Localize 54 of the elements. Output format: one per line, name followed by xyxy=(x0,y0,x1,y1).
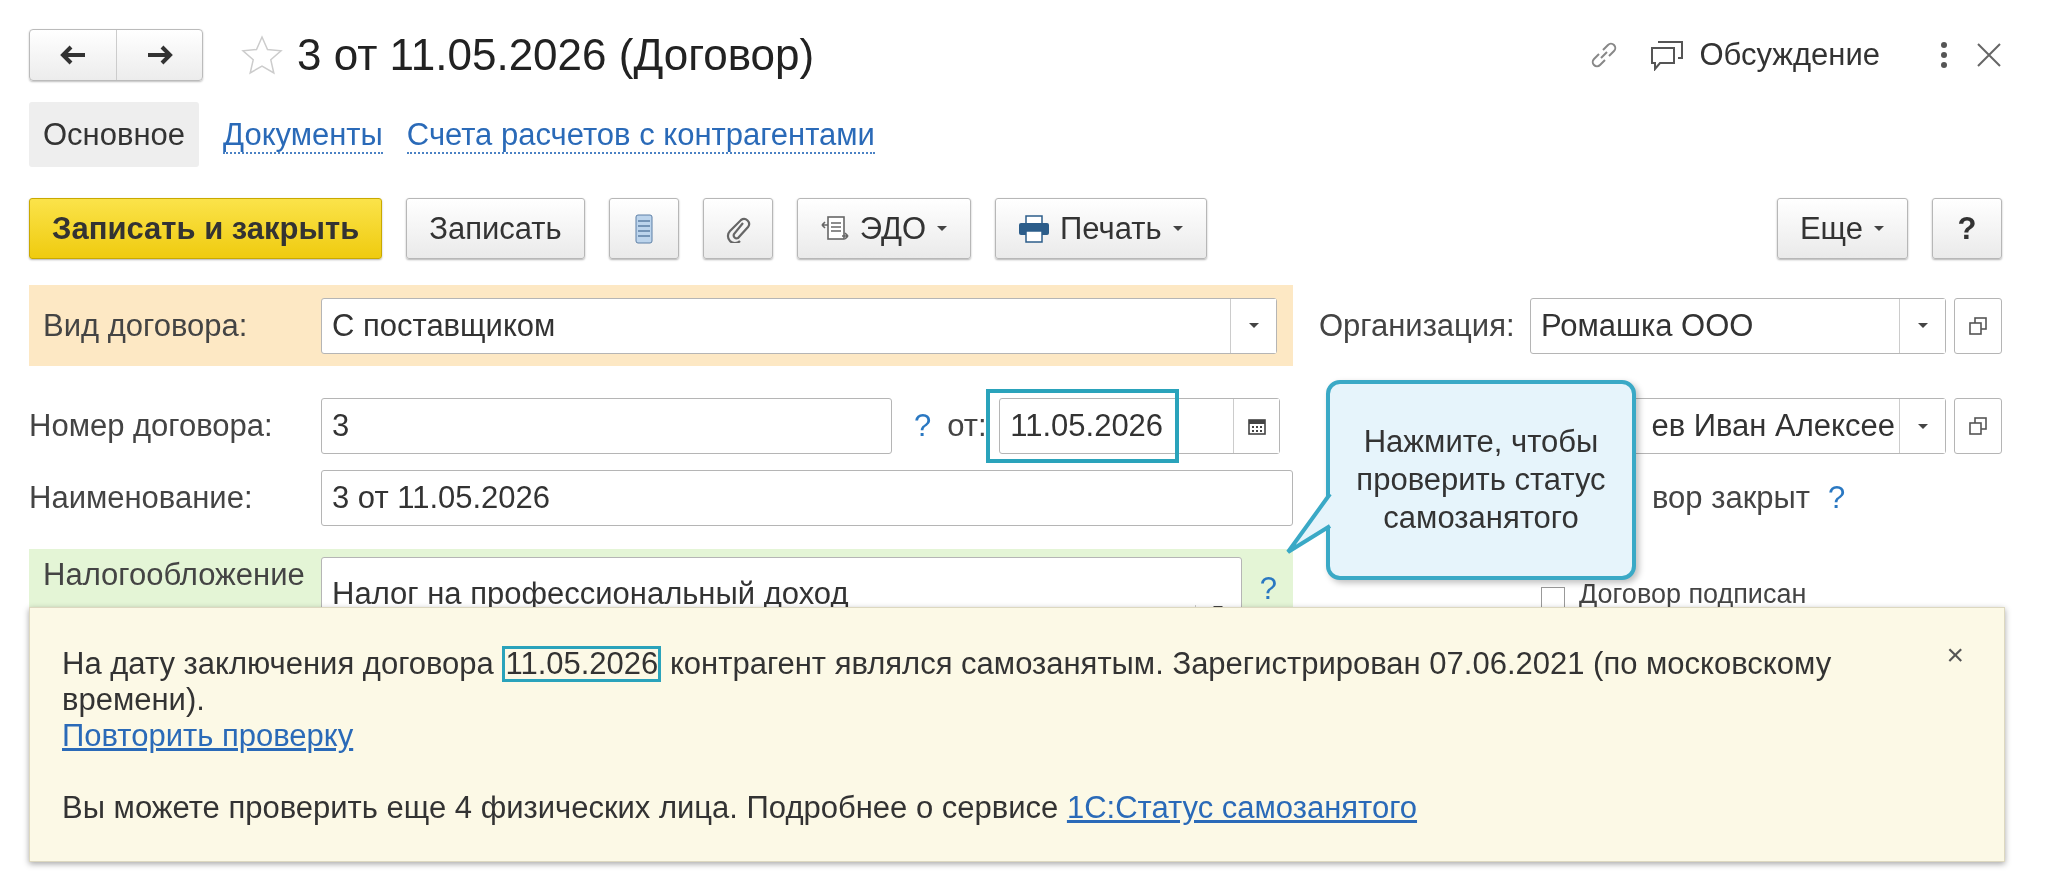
dropdown-icon xyxy=(1247,322,1260,329)
calendar-icon xyxy=(1247,417,1266,435)
menu-button[interactable]: ЭДО xyxy=(796,198,972,259)
field-label: Вид договора: xyxy=(43,307,249,344)
date-field[interactable]: 11.05.2026 xyxy=(999,398,1281,454)
menu-button[interactable]: Еще xyxy=(1776,198,1908,259)
open-icon xyxy=(1969,316,1987,335)
dropdown-icon xyxy=(936,225,949,232)
notice-text: Вы можете проверить еще 4 физических лица. Подробнее о сервисе 1С:Статус самозанятого xyxy=(62,790,1419,826)
dropdown-icon xyxy=(1171,225,1184,232)
contract-type-field[interactable]: С поставщиком xyxy=(321,297,1277,354)
tab[interactable]: Документы xyxy=(223,102,383,167)
open-icon xyxy=(1969,417,1987,435)
save-close-button[interactable]: Записать и закрыть xyxy=(29,198,383,259)
help-icon[interactable]: ? xyxy=(1827,480,1846,516)
callout-tooltip: Нажмите, чтобы проверить статус самозанятого xyxy=(1326,380,1636,580)
organization-field[interactable]: Ромашка ООО xyxy=(1530,297,1946,354)
open-button[interactable] xyxy=(1954,398,2002,454)
field-label: Налогообложение xyxy=(43,557,306,593)
field-label: от: xyxy=(947,408,988,444)
toolbar-button[interactable] xyxy=(608,198,679,259)
help-icon[interactable]: ? xyxy=(914,408,932,444)
chat-bubbles-icon xyxy=(1649,39,1686,71)
list-icon xyxy=(634,213,653,244)
field-label: Наименование: xyxy=(29,480,254,516)
notice-text: На дату заключения договора 11.05.2026 контрагент являлся самозанятым. Зарегистрирован 07.06.2021 (по московскому времени). xyxy=(62,646,1833,718)
arrow-right-icon xyxy=(146,45,173,65)
service-link[interactable]: 1С:Статус самозанятого xyxy=(1066,790,1418,825)
dropdown-icon xyxy=(1916,422,1929,430)
retry-link[interactable]: Повторить проверку xyxy=(62,718,354,753)
tab[interactable]: Основное xyxy=(29,102,200,167)
checkbox-label[interactable]: вор закрыт xyxy=(1652,480,1810,516)
document-arrows-icon xyxy=(819,214,850,243)
dropdown-icon xyxy=(1916,322,1929,329)
close-icon[interactable] xyxy=(1976,42,2002,68)
toolbar-button[interactable] xyxy=(702,198,773,259)
field-label: Номер договора: xyxy=(29,408,274,444)
field-label: Организация: xyxy=(1319,307,1516,344)
printer-icon xyxy=(1018,214,1051,243)
arrow-left-icon xyxy=(60,45,86,65)
name-field[interactable]: 3 от 11.05.2026 xyxy=(321,470,1293,526)
number-field[interactable]: 3 xyxy=(321,398,892,454)
discussion-button[interactable]: Обсуждение xyxy=(1649,37,1880,73)
more-menu-icon[interactable] xyxy=(1940,41,1948,69)
menu-button[interactable]: Печать xyxy=(995,198,1207,259)
tab[interactable]: Счета расчетов с контрагентами xyxy=(406,102,875,167)
window-title: 3 от 11.05.2026 (Договор) xyxy=(297,30,815,80)
help-button[interactable]: ? xyxy=(1932,198,2002,259)
help-icon[interactable]: ? xyxy=(1259,571,1277,607)
dropdown-icon xyxy=(1873,225,1885,232)
star-icon[interactable] xyxy=(241,35,283,75)
open-button[interactable] xyxy=(1954,297,2002,354)
save-button[interactable]: Записать xyxy=(406,198,585,259)
checkbox-label[interactable]: Договор подписан xyxy=(1579,579,1807,610)
